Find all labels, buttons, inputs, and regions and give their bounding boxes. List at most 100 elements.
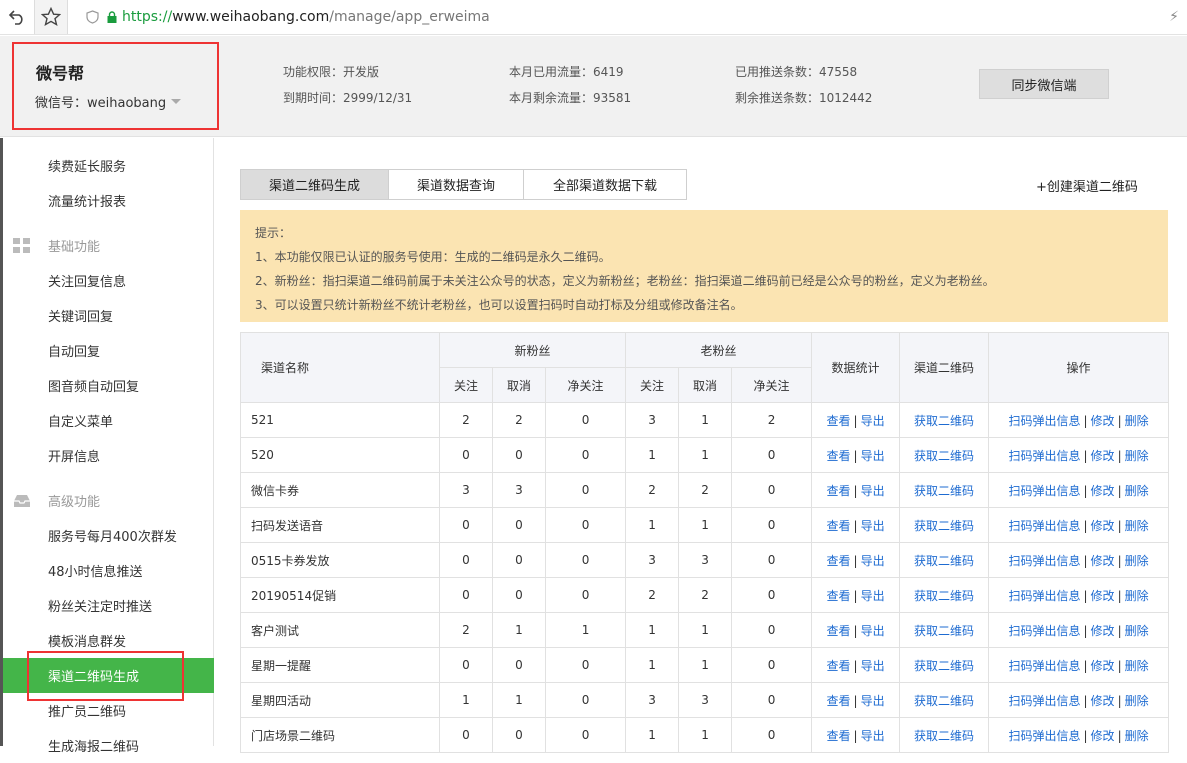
delete-link[interactable]: 删除 xyxy=(1125,414,1149,428)
edit-link[interactable]: 修改 xyxy=(1091,729,1115,743)
export-link[interactable]: 导出 xyxy=(861,729,885,743)
get-qrcode-link[interactable]: 获取二维码 xyxy=(914,414,974,428)
export-link[interactable]: 导出 xyxy=(861,449,885,463)
sidebar-item[interactable]: 自定义菜单 xyxy=(3,403,214,438)
view-link[interactable]: 查看 xyxy=(827,659,851,673)
export-link[interactable]: 导出 xyxy=(861,484,885,498)
edit-link[interactable]: 修改 xyxy=(1091,589,1115,603)
sidebar-group-label: 高级功能 xyxy=(48,495,101,510)
popup-info-link[interactable]: 扫码弹出信息 xyxy=(1008,484,1080,498)
export-link[interactable]: 导出 xyxy=(861,519,885,533)
view-link[interactable]: 查看 xyxy=(827,519,851,533)
edit-link[interactable]: 修改 xyxy=(1091,659,1115,673)
sidebar-item[interactable]: 开屏信息 xyxy=(3,438,214,473)
view-link[interactable]: 查看 xyxy=(827,624,851,638)
get-qrcode-link[interactable]: 获取二维码 xyxy=(914,554,974,568)
delete-link[interactable]: 删除 xyxy=(1125,589,1149,603)
get-qrcode-link[interactable]: 获取二维码 xyxy=(914,694,974,708)
sync-wechat-button[interactable]: 同步微信端 xyxy=(979,69,1109,99)
popup-info-link[interactable]: 扫码弹出信息 xyxy=(1008,729,1080,743)
sidebar-item[interactable]: 自动回复 xyxy=(3,333,214,368)
traffic-left-text: 本月剩余流量：93581 xyxy=(509,91,632,105)
get-qrcode-link[interactable]: 获取二维码 xyxy=(914,449,974,463)
fan-count: 1 xyxy=(678,612,733,648)
chevron-down-icon xyxy=(171,99,182,104)
edit-link[interactable]: 修改 xyxy=(1091,694,1115,708)
fan-count: 1 xyxy=(678,437,733,473)
export-link[interactable]: 导出 xyxy=(861,589,885,603)
delete-link[interactable]: 删除 xyxy=(1125,659,1149,673)
tab-all-data-download[interactable]: 全部渠道数据下载 xyxy=(523,169,687,200)
edit-link[interactable]: 修改 xyxy=(1091,484,1115,498)
fan-count: 0 xyxy=(544,717,627,753)
popup-info-link[interactable]: 扫码弹出信息 xyxy=(1008,694,1080,708)
get-qrcode-link[interactable]: 获取二维码 xyxy=(914,589,974,603)
edit-link[interactable]: 修改 xyxy=(1091,414,1115,428)
link-separator: | xyxy=(1083,658,1088,673)
browser-toolbar: https://www.weihaobang.com/manage/app_er… xyxy=(0,0,1187,35)
popup-info-link[interactable]: 扫码弹出信息 xyxy=(1008,589,1080,603)
get-qrcode-link[interactable]: 获取二维码 xyxy=(914,624,974,638)
edit-link[interactable]: 修改 xyxy=(1091,554,1115,568)
view-link[interactable]: 查看 xyxy=(827,449,851,463)
fan-count: 1 xyxy=(625,437,680,473)
export-link[interactable]: 导出 xyxy=(861,554,885,568)
view-link[interactable]: 查看 xyxy=(827,484,851,498)
delete-link[interactable]: 删除 xyxy=(1125,554,1149,568)
popup-info-link[interactable]: 扫码弹出信息 xyxy=(1008,624,1080,638)
fan-count: 0 xyxy=(544,577,627,613)
delete-link[interactable]: 删除 xyxy=(1125,449,1149,463)
popup-info-link[interactable]: 扫码弹出信息 xyxy=(1008,554,1080,568)
back-icon[interactable] xyxy=(0,0,34,34)
address-bar[interactable]: https://www.weihaobang.com/manage/app_er… xyxy=(86,9,490,25)
create-qrcode-link[interactable]: +创建渠道二维码 xyxy=(1036,176,1138,195)
table-row: 521 2 2 0 3 1 2 查看 | 导出 获取二维码 扫码弹出信息 | 修改 | 删除 xyxy=(240,402,1170,438)
tab-qrcode-generate[interactable]: 渠道二维码生成 xyxy=(240,169,389,200)
sidebar-item[interactable]: 关注回复信息 xyxy=(3,263,214,298)
sidebar-item[interactable]: 流量统计报表 xyxy=(3,183,214,218)
edit-link[interactable]: 修改 xyxy=(1091,449,1115,463)
stats-cell: 查看 | 导出 xyxy=(811,717,901,753)
delete-link[interactable]: 删除 xyxy=(1125,694,1149,708)
delete-link[interactable]: 删除 xyxy=(1125,624,1149,638)
sidebar-item[interactable]: 关键词回复 xyxy=(3,298,214,333)
fan-count: 0 xyxy=(492,507,546,543)
channel-name: 门店场景二维码 xyxy=(240,717,440,753)
sidebar-item[interactable]: 服务号每月400次群发 xyxy=(3,518,214,553)
export-link[interactable]: 导出 xyxy=(861,659,885,673)
popup-info-link[interactable]: 扫码弹出信息 xyxy=(1008,519,1080,533)
edit-link[interactable]: 修改 xyxy=(1091,519,1115,533)
export-link[interactable]: 导出 xyxy=(861,694,885,708)
tab-channel-data-query[interactable]: 渠道数据查询 xyxy=(388,169,524,200)
wechat-account-switcher[interactable]: 微信号：weihaobang xyxy=(35,92,182,111)
sidebar-item[interactable]: 48小时信息推送 xyxy=(3,553,214,588)
link-separator: | xyxy=(853,413,858,428)
popup-info-link[interactable]: 扫码弹出信息 xyxy=(1008,659,1080,673)
get-qrcode-link[interactable]: 获取二维码 xyxy=(914,659,974,673)
fan-count: 3 xyxy=(678,542,733,578)
popup-info-link[interactable]: 扫码弹出信息 xyxy=(1008,414,1080,428)
sidebar-item[interactable]: 粉丝关注定时推送 xyxy=(3,588,214,623)
table-row: 门店场景二维码 0 0 0 1 1 0 查看 | 导出 获取二维码 扫码弹出信息 | 修改 | 删除 xyxy=(240,717,1170,753)
edit-link[interactable]: 修改 xyxy=(1091,624,1115,638)
view-link[interactable]: 查看 xyxy=(827,554,851,568)
popup-info-link[interactable]: 扫码弹出信息 xyxy=(1008,449,1080,463)
view-link[interactable]: 查看 xyxy=(827,694,851,708)
delete-link[interactable]: 删除 xyxy=(1125,484,1149,498)
sidebar-item[interactable]: 续费延长服务 xyxy=(3,148,214,183)
delete-link[interactable]: 删除 xyxy=(1125,729,1149,743)
view-link[interactable]: 查看 xyxy=(827,729,851,743)
get-qrcode-link[interactable]: 获取二维码 xyxy=(914,519,974,533)
bookmark-star-icon[interactable] xyxy=(34,0,68,34)
table-row: 520 0 0 0 1 1 0 查看 | 导出 获取二维码 扫码弹出信息 | 修改 | 删除 xyxy=(240,437,1170,473)
view-link[interactable]: 查看 xyxy=(827,414,851,428)
bolt-icon[interactable]: ⚡ xyxy=(1169,9,1179,25)
export-link[interactable]: 导出 xyxy=(861,414,885,428)
view-link[interactable]: 查看 xyxy=(827,589,851,603)
sidebar-item[interactable]: 图音频自动回复 xyxy=(3,368,214,403)
get-qrcode-link[interactable]: 获取二维码 xyxy=(914,729,974,743)
get-qrcode-link[interactable]: 获取二维码 xyxy=(914,484,974,498)
fan-count: 3 xyxy=(625,542,680,578)
export-link[interactable]: 导出 xyxy=(861,624,885,638)
delete-link[interactable]: 删除 xyxy=(1125,519,1149,533)
